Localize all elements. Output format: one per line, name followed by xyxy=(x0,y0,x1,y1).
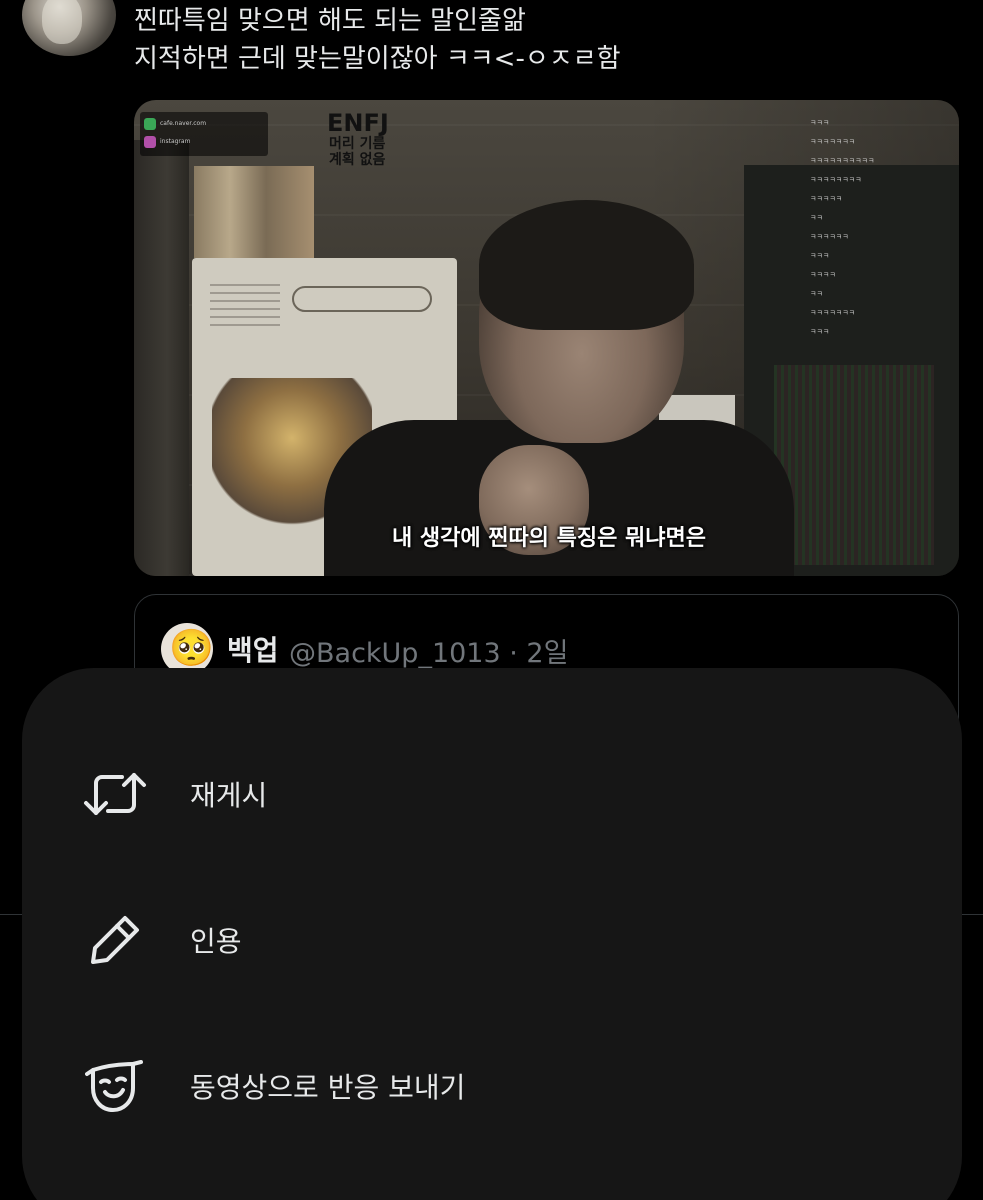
tweet-text: 찐따특임 맞으면 해도 되는 말인줄앎 지적하면 근데 맞는말이잖아 ㅋㅋ<-ㅇ… xyxy=(134,2,954,78)
video-bookshelf xyxy=(194,166,314,258)
quoted-handle-time: @BackUp_1013 · 2일 xyxy=(289,638,569,669)
video-text-overlay: ENFJ 머리 기름 계획 없음 xyxy=(319,110,429,168)
repost-icon xyxy=(80,759,150,829)
poster-text-block xyxy=(210,282,280,326)
poster-title-bubble xyxy=(292,286,432,312)
quote-label: 인용 xyxy=(190,925,242,958)
pleading-face-icon: 🥺 xyxy=(169,628,213,669)
repost-option[interactable]: 재게시 xyxy=(22,744,962,844)
video-social-overlay: cafe.naver.com instagram xyxy=(140,112,268,156)
overlay-line-3: 계획 없음 xyxy=(329,152,386,168)
overlay-line-2: 머리 기름 xyxy=(329,136,386,152)
quoted-display-name: 백업 xyxy=(227,634,279,667)
quote-option[interactable]: 인용 xyxy=(22,890,962,990)
video-reaction-option[interactable]: 동영상으로 반응 보내기 xyxy=(22,1036,962,1136)
user-avatar[interactable] xyxy=(22,0,116,56)
repost-bottom-sheet: 재게시 인용 동영상으로 반응 보내기 xyxy=(22,668,962,1200)
tweet-media-video[interactable]: cafe.naver.com instagram ENFJ 머리 기름 계획 없… xyxy=(134,100,959,576)
video-chat-overlay: ㅋㅋㅋ ㅋㅋㅋㅋㅋㅋㅋ ㅋㅋㅋㅋㅋㅋㅋㅋㅋㅋ ㅋㅋㅋㅋㅋㅋㅋㅋ ㅋㅋㅋㅋㅋ ㅋㅋ ㅋㅋㅋㅋ… xyxy=(810,119,875,336)
video-person-hair xyxy=(479,200,694,330)
pencil-icon xyxy=(80,905,150,975)
repost-label: 재게시 xyxy=(190,779,268,812)
cafe-icon xyxy=(144,117,156,130)
video-subtitle: 내 생각에 찐따의 특징은 뭐냐면은 xyxy=(392,526,706,551)
video-curtain xyxy=(134,140,189,576)
overlay-title: ENFJ xyxy=(327,109,389,137)
video-reaction-icon xyxy=(80,1051,150,1121)
instagram-icon xyxy=(144,135,156,148)
tweet-text-line-1: 찐따특임 맞으면 해도 되는 말인줄앎 xyxy=(134,6,526,36)
video-reaction-label: 동영상으로 반응 보내기 xyxy=(190,1071,466,1104)
tweet-text-line-2: 지적하면 근데 맞는말이잖아 ㅋㅋ<-ㅇㅈㄹ함 xyxy=(134,44,621,74)
